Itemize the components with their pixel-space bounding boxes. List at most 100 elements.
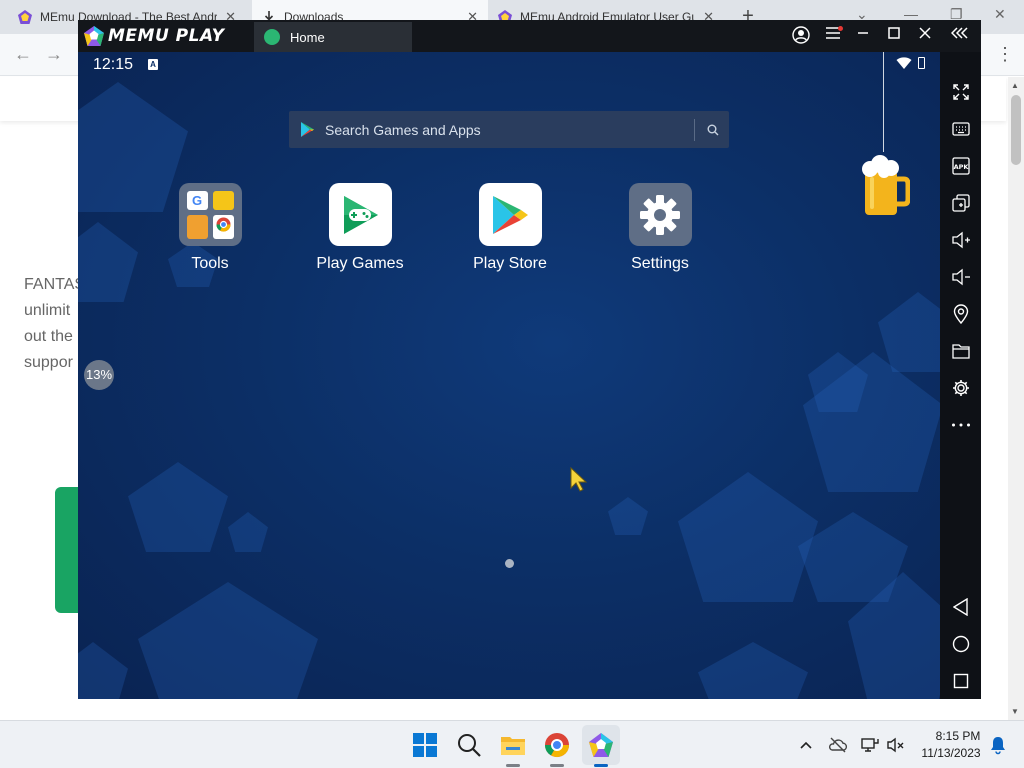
wallpaper-pentagon xyxy=(678,472,818,602)
location-icon[interactable] xyxy=(950,303,971,324)
wallpaper-pentagon xyxy=(78,642,128,699)
file-explorer-icon[interactable] xyxy=(500,732,526,758)
app-label: Tools xyxy=(191,255,229,272)
back-icon[interactable] xyxy=(950,596,971,617)
app-tools[interactable]: G Tools xyxy=(150,183,270,273)
memu-logo: MEMU PLAY xyxy=(84,26,224,46)
wallpaper-pentagon xyxy=(698,642,808,699)
progress-badge[interactable]: 13% xyxy=(84,360,114,390)
page-text-line: suppor xyxy=(24,354,73,371)
folder-icon[interactable] xyxy=(950,340,971,361)
taskbar-date[interactable]: 11/13/2023 xyxy=(918,746,984,760)
wallpaper-pentagon xyxy=(78,222,138,302)
scroll-thumb[interactable] xyxy=(1011,95,1021,165)
beer-mug-icon[interactable] xyxy=(860,155,910,217)
app-label: Play Store xyxy=(473,255,547,272)
account-icon[interactable] xyxy=(791,26,811,46)
play-store-small-icon xyxy=(301,122,314,137)
scroll-down-icon[interactable]: ▼ xyxy=(1011,707,1019,716)
scroll-up-icon[interactable]: ▲ xyxy=(1011,81,1019,90)
windows-taskbar: 8:15 PM 11/13/2023 xyxy=(0,720,1024,768)
beer-string xyxy=(883,52,884,152)
emulator-sidebar: APK xyxy=(940,52,981,699)
home-tab-icon xyxy=(264,29,280,45)
play-store-icon xyxy=(478,183,542,246)
close-icon[interactable] xyxy=(915,26,935,46)
page-text-line: out the xyxy=(24,328,73,345)
back-arrow-icon[interactable]: ← xyxy=(14,44,32,65)
svg-text:APK: APK xyxy=(953,163,969,171)
search-bar[interactable]: Search Games and Apps xyxy=(289,111,729,148)
network-icon[interactable] xyxy=(860,735,880,755)
apk-icon[interactable]: APK xyxy=(950,155,971,176)
android-home-screen[interactable]: 12:15 A Search Games and Apps G Tools Pl… xyxy=(78,52,940,699)
files-mini-icon xyxy=(186,215,208,239)
notification-dot xyxy=(838,26,843,31)
wallpaper-pentagon xyxy=(608,497,648,535)
search-icon[interactable] xyxy=(456,732,482,758)
wallpaper-pentagon xyxy=(808,352,868,412)
app-label: Play Games xyxy=(316,255,404,272)
search-divider xyxy=(694,118,695,141)
page-text-line: FANTAS xyxy=(24,276,84,293)
mouse-cursor-icon xyxy=(570,467,588,492)
volume-down-icon[interactable] xyxy=(950,266,971,287)
memu-taskbar-icon[interactable] xyxy=(588,732,614,758)
search-icon[interactable] xyxy=(707,124,719,136)
taskbar-running-indicator xyxy=(506,764,520,767)
notification-bell-icon[interactable] xyxy=(988,735,1008,755)
windows-start-icon[interactable] xyxy=(412,732,438,758)
memu-logo-text: MEMU PLAY xyxy=(108,26,225,46)
wifi-icon xyxy=(896,57,912,69)
search-input[interactable]: Search Games and Apps xyxy=(325,122,694,138)
close-icon[interactable]: ✕ xyxy=(994,6,1006,23)
minimize-icon[interactable] xyxy=(853,26,873,46)
app-play-games[interactable]: Play Games xyxy=(300,183,420,273)
emulator-titlebar: MEMU PLAY Home xyxy=(78,20,981,52)
more-icon[interactable] xyxy=(950,414,971,435)
emulator-tab-home[interactable]: Home xyxy=(254,22,412,52)
google-mini-icon: G xyxy=(186,191,208,210)
taskbar-clock[interactable]: 8:15 PM xyxy=(934,729,982,743)
volume-muted-icon[interactable] xyxy=(886,735,906,755)
onedrive-offline-icon[interactable] xyxy=(828,735,848,755)
app-label: Settings xyxy=(631,255,689,272)
memu-favicon-icon xyxy=(18,10,32,24)
chevron-up-icon[interactable] xyxy=(796,735,816,755)
maximize-icon[interactable] xyxy=(884,26,904,46)
volume-up-icon[interactable] xyxy=(950,229,971,250)
page-text-line: unlimit xyxy=(24,302,71,319)
menu-icon[interactable] xyxy=(823,26,843,46)
memu-logo-icon xyxy=(84,26,104,46)
app-play-store[interactable]: Play Store xyxy=(450,183,570,273)
battery-icon xyxy=(918,57,925,69)
wallpaper-pentagon xyxy=(228,512,268,552)
emulator-window: MEMU PLAY Home 12:15 A Search Games and … xyxy=(78,20,981,699)
app-settings[interactable]: Settings xyxy=(600,183,720,273)
taskbar-active-indicator xyxy=(594,764,608,767)
recents-icon[interactable] xyxy=(950,670,971,691)
chrome-icon[interactable] xyxy=(544,732,570,758)
fullscreen-icon[interactable] xyxy=(950,81,971,102)
tools-folder-icon: G xyxy=(178,183,242,246)
settings-icon[interactable] xyxy=(950,377,971,398)
status-clock: 12:15 xyxy=(93,56,134,73)
status-badge: A xyxy=(148,59,158,70)
wallpaper-pentagon xyxy=(878,292,940,372)
home-icon[interactable] xyxy=(950,633,971,654)
keep-mini-icon xyxy=(212,191,234,210)
chrome-mini-icon xyxy=(212,215,234,239)
multi-window-icon[interactable] xyxy=(950,192,971,213)
settings-gear-icon xyxy=(628,183,692,246)
collapse-sidebar-icon[interactable] xyxy=(950,26,970,46)
page-indicator-dot xyxy=(505,559,514,568)
page-scrollbar[interactable]: ▲ ▼ xyxy=(1008,77,1024,720)
page-paragraph: FANTAS unlimit out the suppor xyxy=(24,272,84,376)
keyboard-icon[interactable] xyxy=(950,118,971,139)
wallpaper-pentagon xyxy=(138,582,318,699)
forward-arrow-icon[interactable]: → xyxy=(45,44,63,65)
wallpaper-pentagon xyxy=(128,462,228,552)
browser-menu-icon[interactable]: ⋮ xyxy=(996,44,1014,65)
play-games-icon xyxy=(328,183,392,246)
emulator-tab-label: Home xyxy=(290,29,325,45)
